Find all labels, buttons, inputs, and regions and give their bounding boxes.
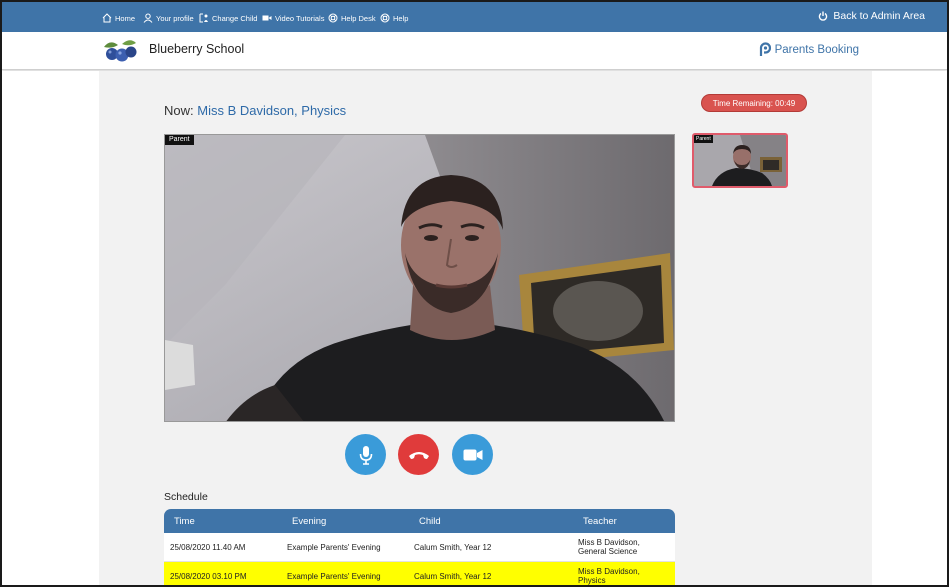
video-frame-image bbox=[165, 135, 674, 421]
row-time: 25/08/2020 03.10 PM bbox=[170, 571, 247, 581]
row-evening: Example Parents' Evening bbox=[287, 542, 381, 552]
col-header-time: Time bbox=[174, 515, 195, 527]
row-child: Calum Smith, Year 12 bbox=[414, 542, 492, 552]
home-icon bbox=[102, 13, 112, 23]
table-row-current: 25/08/2020 03.10 PM Example Parents' Eve… bbox=[164, 562, 675, 585]
now-meeting-title: Now: Miss B Davidson, Physics bbox=[164, 103, 346, 118]
parents-booking-logo[interactable]: Parents Booking bbox=[759, 42, 859, 57]
microphone-icon bbox=[359, 445, 372, 465]
nav-help-desk-label: Help Desk bbox=[341, 13, 376, 23]
nav-help-label: Help bbox=[393, 13, 409, 23]
power-icon bbox=[819, 11, 828, 21]
change-child-icon bbox=[199, 13, 208, 23]
row-teacher-name: Miss B Davidson, bbox=[578, 567, 640, 576]
nav-your-profile-label: Your profile bbox=[156, 13, 194, 23]
parents-booking-name: Parents Booking bbox=[774, 43, 859, 56]
user-icon bbox=[143, 13, 153, 23]
nav-change-child-label: Change Child bbox=[212, 13, 258, 23]
schedule-table: Time Evening Child Teacher 25/08/2020 11… bbox=[164, 509, 675, 585]
now-teacher-subject: Miss B Davidson, Physics bbox=[197, 103, 347, 118]
app-window: Home Your profile Change Child Video Tut… bbox=[0, 0, 949, 587]
nav-video-tutorials[interactable]: Video Tutorials bbox=[262, 12, 324, 24]
lifebuoy-icon bbox=[380, 13, 390, 23]
row-child: Calum Smith, Year 12 bbox=[414, 571, 492, 581]
video-camera-icon bbox=[463, 449, 482, 460]
self-video-tag: Parent bbox=[694, 135, 713, 143]
nav-home-label: Home bbox=[115, 13, 136, 23]
self-video-preview[interactable]: Parent bbox=[692, 133, 788, 188]
toggle-camera-button[interactable] bbox=[452, 434, 493, 475]
school-name: Blueberry School bbox=[149, 42, 245, 56]
nav-change-child[interactable]: Change Child bbox=[199, 12, 257, 24]
back-to-admin-link[interactable]: Back to Admin Area bbox=[818, 10, 925, 22]
schedule-title: Schedule bbox=[164, 491, 208, 503]
schedule-header-row: Time Evening Child Teacher bbox=[164, 509, 675, 533]
hang-up-button[interactable] bbox=[398, 434, 439, 475]
time-remaining-badge: Time Remaining: 00:49 bbox=[702, 95, 806, 111]
row-teacher-subject: Physics bbox=[578, 576, 606, 585]
table-row: 25/08/2020 11.40 AM Example Parents' Eve… bbox=[164, 533, 675, 562]
col-header-child: Child bbox=[419, 515, 441, 527]
back-to-admin-label: Back to Admin Area bbox=[833, 10, 925, 22]
parents-booking-icon bbox=[759, 42, 771, 56]
video-camera-icon bbox=[262, 15, 272, 21]
now-prefix: Now: bbox=[164, 103, 194, 118]
row-teacher: Miss B Davidson, Physics bbox=[578, 562, 640, 585]
main-video-tag: Parent bbox=[165, 135, 194, 145]
blueberry-logo bbox=[104, 40, 137, 62]
row-evening: Example Parents' Evening bbox=[287, 571, 381, 581]
site-header: Blueberry School Parents Booking bbox=[2, 32, 947, 70]
row-teacher-name: Miss B Davidson, bbox=[578, 538, 640, 547]
col-header-teacher: Teacher bbox=[583, 515, 617, 527]
lifebuoy-icon bbox=[328, 13, 338, 23]
row-teacher-subject: General Science bbox=[578, 547, 638, 556]
hang-up-icon bbox=[408, 451, 429, 459]
top-nav-bar: Home Your profile Change Child Video Tut… bbox=[2, 2, 947, 32]
nav-help[interactable]: Help bbox=[380, 12, 408, 24]
mute-microphone-button[interactable] bbox=[345, 434, 386, 475]
nav-your-profile[interactable]: Your profile bbox=[143, 12, 194, 24]
nav-home[interactable]: Home bbox=[102, 12, 135, 24]
row-time: 25/08/2020 11.40 AM bbox=[170, 542, 246, 552]
nav-video-tutorials-label: Video Tutorials bbox=[275, 13, 325, 23]
main-video-feed: Parent bbox=[164, 134, 675, 422]
row-teacher: Miss B Davidson, General Science bbox=[578, 533, 640, 561]
col-header-evening: Evening bbox=[292, 515, 327, 527]
nav-help-desk[interactable]: Help Desk bbox=[328, 12, 376, 24]
